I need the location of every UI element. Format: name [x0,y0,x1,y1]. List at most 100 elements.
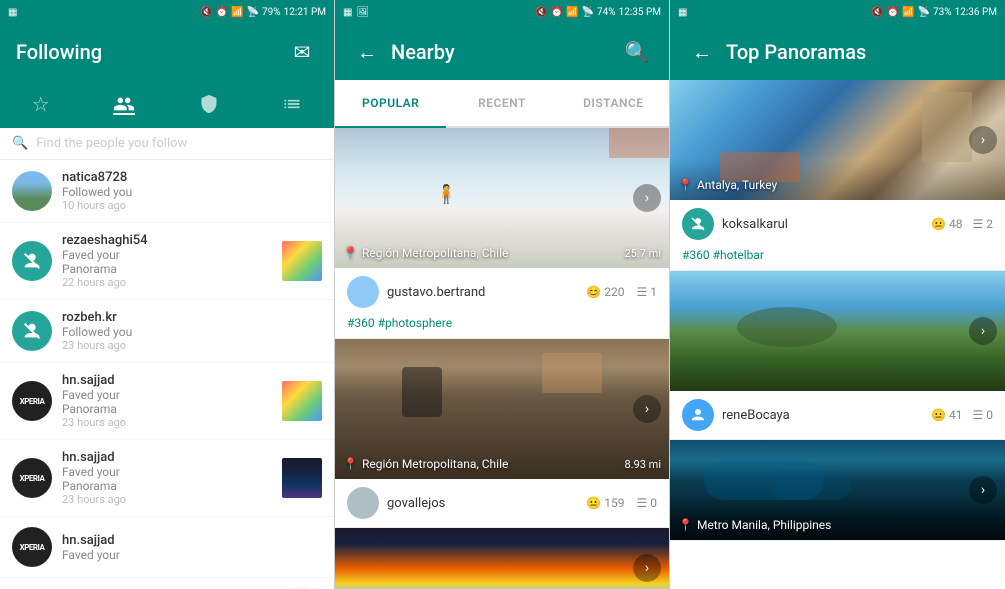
back-button-p3[interactable]: ← [686,36,718,68]
list-item[interactable]: rezaeshaghi54 Faved your Panorama 22 hou… [0,223,334,300]
search-bar[interactable]: 🔍 Find the people you follow [0,128,334,160]
tab-icon-bar: ☆ [0,80,334,128]
top-card-3: › 📍 Metro Manila, Philippines [670,440,1005,541]
alarm-icon: ⏰ [216,7,228,18]
top-meta-1: koksalkarul 😐 48 ☰ 2 [670,200,1005,248]
smile-icon-t1: 😐 [931,217,946,231]
top-pano-image-2[interactable]: › [670,271,1005,391]
following-list: natica8728 Followed you 10 hours ago rez… [0,160,334,589]
location-badge-1: 📍 Región Metropolitana, Chile [343,246,508,260]
time-text: 23 hours ago [62,493,272,506]
status-icons-left-p2: ▦ 🖼 [343,7,369,18]
pano-image-2[interactable]: › 📍 Región Metropolitana, Chile 8.93 mi [335,339,669,479]
location-badge-t1: 📍 Antalya, Turkey [678,178,777,192]
list-item[interactable]: rozbeh.kr Followed you 23 hours ago [0,300,334,363]
action-text: Followed you [62,325,322,339]
top-pano-image-3[interactable]: › 📍 Metro Manila, Philippines [670,440,1005,540]
top-pano-image-1[interactable]: › 📍 Antalya, Turkey [670,80,1005,200]
mail-icon-button[interactable]: ✉ [286,36,318,68]
avatar [12,241,52,281]
app-icon-p2: ▦ [343,7,352,18]
mute-icon-p3: 🔇 [871,7,883,18]
top-panoramas-title: Top Panoramas [726,40,989,64]
pano-meta-2: govallejos 😐 159 ☰ 0 [335,479,669,527]
tab-distance[interactable]: DISTANCE [558,80,669,128]
pano-card-2: › 📍 Región Metropolitana, Chile 8.93 mi … [335,339,669,528]
avatar [12,311,52,351]
stats-t2: 😐 41 ☰ 0 [931,408,993,422]
list-item[interactable]: natica8728 Followed you 10 hours ago [0,160,334,223]
tab-recent[interactable]: RECENT [446,80,557,128]
list-item[interactable]: XPERIA hn.sajjad Faved your Panorama 23 … [0,440,334,517]
location-text-t1: Antalya, Turkey [697,178,777,192]
status-icons-right-p3: 🔇 ⏰ 📶 📡 73% 12:36 PM [871,7,997,18]
likes-count-2: 159 [604,496,624,510]
comment-icon-t2: ☰ [972,408,983,422]
smile-icon-2: 😐 [586,496,601,510]
tab-people[interactable] [113,93,135,115]
chevron-right-icon-2[interactable]: › [633,395,661,423]
chevron-right-icon[interactable]: › [633,184,661,212]
status-icons-right: 🔇 ⏰ 📶 📡 79% 12:21 PM [200,7,326,18]
pano-image-3[interactable]: › [335,528,669,589]
user-info: rozbeh.kr Followed you 23 hours ago [62,310,322,352]
pin-icon-2: 📍 [343,457,358,471]
thumbnail [282,241,322,281]
username-t2: reneBocaya [722,408,923,423]
tags-t1: #360 #hotelbar [670,248,1005,270]
status-bar-p2: ▦ 🖼 🔇 ⏰ 📶 📡 74% 12:35 PM [335,0,669,24]
time-p3: 12:36 PM [955,7,997,18]
top-card-1: › 📍 Antalya, Turkey koksalkarul 😐 48 [670,80,1005,271]
comments-t1: ☰ 2 [972,217,993,231]
comments-2: ☰ 0 [636,496,657,510]
chevron-right-icon-t2[interactable]: › [969,317,997,345]
tab-list[interactable] [282,94,302,114]
chevron-right-icon-3[interactable]: › [633,554,661,582]
mute-icon: 🔇 [200,7,212,18]
username: natica8728 [62,170,322,185]
app-bar-p2: ← Nearby 🔍 [335,24,669,80]
tab-shield[interactable] [199,94,219,114]
stats-t1: 😐 48 ☰ 2 [931,217,993,231]
avatar [12,171,52,211]
filter-tab-bar: POPULAR RECENT DISTANCE [335,80,669,128]
user-avatar-t1 [682,208,714,240]
username: hn.sajjad [62,373,272,388]
app-icon: ▦ [8,7,17,18]
location-badge-2: 📍 Región Metropolitana, Chile [343,457,508,471]
user-avatar-1 [347,276,379,308]
time-p2: 12:35 PM [619,7,661,18]
tab-star[interactable]: ☆ [32,92,50,116]
chevron-right-icon-t1[interactable]: › [969,126,997,154]
username-2: govallejos [387,496,578,511]
username: rezaeshaghi54 [62,233,272,248]
tab-popular[interactable]: POPULAR [335,80,446,128]
likes-t1: 😐 48 [931,217,962,231]
time-text: 22 hours ago [62,276,272,289]
search-button-p2[interactable]: 🔍 [621,36,653,68]
location-badge-t3: 📍 Metro Manila, Philippines [678,518,831,532]
pano-image-1[interactable]: 🧍 › 📍 Región Metropolitana, Chile 25.7 m… [335,128,669,268]
location-text-1: Región Metropolitana, Chile [362,246,508,260]
nearby-panel: ▦ 🖼 🔇 ⏰ 📶 📡 74% 12:35 PM ← Nearby 🔍 POPU… [335,0,670,589]
status-icons-left: ▦ [8,7,17,18]
signal-icon: 📡 [247,7,259,18]
avatar: XPERIA [12,458,52,498]
comment-icon-1: ☰ [636,285,647,299]
wifi-icon-p3: 📶 [902,7,914,18]
smile-icon-t2: 😐 [931,408,946,422]
likes-2: 😐 159 [586,496,624,510]
location-text-t3: Metro Manila, Philippines [697,518,831,532]
comment-icon-2: ☰ [636,496,647,510]
distance-badge-1: 25.7 mi [625,247,662,260]
list-item[interactable]: XPERIA hn.sajjad Faved your [0,517,334,578]
battery-p1: 79% [262,7,281,18]
tags-1: #360 #photosphere [335,316,669,338]
top-panoramas-panel: ▦ 🔇 ⏰ 📶 📡 73% 12:36 PM ← Top Panoramas › [670,0,1005,589]
back-button-p2[interactable]: ← [351,36,383,68]
top-meta-2: reneBocaya 😐 41 ☰ 0 [670,391,1005,439]
alarm-icon-p3: ⏰ [887,7,899,18]
chevron-right-icon-t3[interactable]: › [969,476,997,504]
status-bar-p1: ▦ 🔇 ⏰ 📶 📡 79% 12:21 PM [0,0,334,24]
list-item[interactable]: XPERIA hn.sajjad Faved your Panorama 23 … [0,363,334,440]
